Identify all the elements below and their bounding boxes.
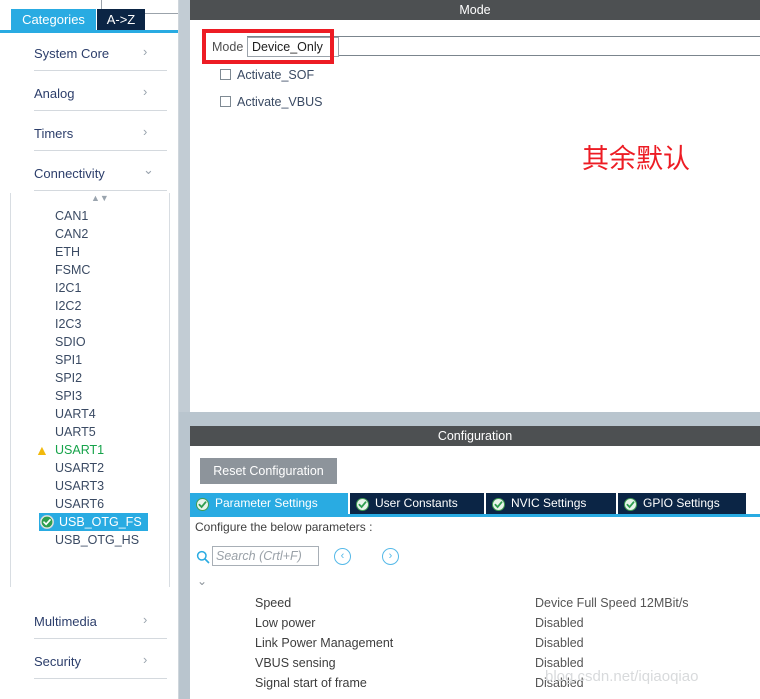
- vertical-splitter-upper[interactable]: [179, 0, 190, 412]
- checkbox-activate-vbus[interactable]: [220, 96, 231, 107]
- list-item[interactable]: SPI2: [55, 369, 82, 387]
- list-item[interactable]: UART4: [55, 405, 96, 423]
- mode-panel-header: Mode: [190, 0, 760, 20]
- peripheral-tree-panel: Categories A->Z System Core › Analog › T…: [0, 0, 179, 699]
- table-row[interactable]: Link Power Management Disabled: [190, 634, 760, 652]
- category-group-multimedia[interactable]: Multimedia ›: [12, 608, 167, 639]
- divider: [34, 638, 167, 639]
- category-group-timers[interactable]: Timers ›: [12, 120, 167, 151]
- green-check-icon: [40, 515, 54, 529]
- search-previous-button[interactable]: ‹: [334, 548, 351, 565]
- annotation-rectangle: [202, 29, 334, 64]
- chevron-right-icon: ›: [143, 124, 148, 139]
- configure-parameters-note: Configure the below parameters :: [195, 520, 373, 534]
- category-label: Analog: [34, 86, 75, 101]
- parameter-value[interactable]: Device Full Speed 12MBit/s: [535, 594, 689, 612]
- table-row[interactable]: Low power Disabled: [190, 614, 760, 632]
- divider: [34, 150, 167, 151]
- list-item[interactable]: I2C1: [55, 279, 81, 297]
- parameter-name: Speed: [255, 596, 292, 610]
- list-item[interactable]: CAN2: [55, 225, 88, 243]
- checkbox-activate-sof[interactable]: [220, 69, 231, 80]
- annotation-text: 其余默认: [582, 144, 690, 175]
- list-item[interactable]: USART6: [55, 495, 104, 513]
- list-item[interactable]: SPI3: [55, 387, 82, 405]
- green-check-icon: [196, 497, 209, 511]
- tab-label: GPIO Settings: [643, 496, 720, 510]
- category-label: System Core: [34, 46, 110, 61]
- tab-parameter-settings[interactable]: Parameter Settings: [190, 493, 348, 514]
- category-group-connectivity[interactable]: Connectivity ⌄: [12, 160, 167, 191]
- configuration-panel: Configuration Reset Configuration Parame…: [190, 426, 760, 699]
- parameter-name: Link Power Management: [255, 636, 394, 650]
- divider: [34, 70, 167, 71]
- parameter-name: Low power: [255, 616, 316, 630]
- list-item[interactable]: USART2: [55, 459, 104, 477]
- list-item-usart1[interactable]: ▲ USART1: [35, 441, 105, 459]
- category-group-analog[interactable]: Analog ›: [12, 80, 167, 111]
- list-item[interactable]: USART3: [55, 477, 104, 495]
- list-item-usb-otg-fs[interactable]: USB_OTG_FS: [39, 513, 148, 531]
- category-label: Security: [34, 654, 81, 669]
- list-item[interactable]: USB_OTG_HS: [55, 531, 139, 549]
- tab-categories[interactable]: Categories: [11, 9, 96, 30]
- list-item-label: USART1: [55, 443, 105, 457]
- tab-label: NVIC Settings: [511, 496, 587, 510]
- config-tabs-underline: [190, 514, 760, 517]
- tab-user-constants[interactable]: User Constants: [350, 493, 484, 514]
- checkbox-label: Activate_SOF: [237, 68, 315, 82]
- configuration-tabs: Parameter Settings User Constants NVIC S…: [190, 493, 760, 514]
- list-item[interactable]: I2C3: [55, 315, 81, 333]
- watermark: blog.csdn.net/iqiaoqiao: [545, 668, 699, 685]
- list-item[interactable]: SPI1: [55, 351, 82, 369]
- chevron-down-icon: ⌄: [143, 162, 154, 177]
- checkbox-label: Activate_VBUS: [237, 95, 323, 109]
- list-item[interactable]: FSMC: [55, 261, 90, 279]
- tab-a-to-z[interactable]: A->Z: [97, 9, 145, 30]
- list-item[interactable]: CAN1: [55, 207, 88, 225]
- category-label: Multimedia: [34, 614, 97, 629]
- search-next-button[interactable]: ›: [382, 548, 399, 565]
- list-item[interactable]: ETH: [55, 243, 80, 261]
- category-label: Timers: [34, 126, 74, 141]
- list-item-label: USB_OTG_FS: [59, 515, 142, 529]
- list-item[interactable]: SDIO: [55, 333, 86, 351]
- table-row[interactable]: Speed Device Full Speed 12MBit/s: [190, 594, 760, 612]
- divider: [34, 678, 167, 679]
- tab-label: Parameter Settings: [215, 496, 318, 510]
- warning-triangle-icon: ▲: [35, 442, 49, 458]
- parameter-value[interactable]: Disabled: [535, 634, 584, 652]
- chevron-right-icon: ›: [143, 612, 148, 627]
- tab-nvic-settings[interactable]: NVIC Settings: [486, 493, 616, 514]
- category-label: Connectivity: [34, 166, 105, 181]
- chevron-right-icon: ›: [143, 84, 148, 99]
- parameter-value[interactable]: Disabled: [535, 614, 584, 632]
- chevron-down-icon[interactable]: ⌄: [195, 574, 209, 588]
- reset-configuration-button[interactable]: Reset Configuration: [200, 458, 337, 484]
- category-group-system-core[interactable]: System Core ›: [12, 40, 167, 71]
- category-group-security[interactable]: Security ›: [12, 648, 167, 679]
- green-check-icon: [356, 497, 369, 511]
- divider: [34, 110, 167, 111]
- tree-tabs: Categories A->Z: [0, 9, 179, 30]
- scroll-up-icon[interactable]: ▲▼: [91, 193, 109, 203]
- horizontal-splitter[interactable]: [190, 412, 760, 426]
- list-item[interactable]: I2C2: [55, 297, 81, 315]
- list-item[interactable]: UART5: [55, 423, 96, 441]
- connectivity-peripheral-list: ▲▼ CAN1 CAN2 ETH FSMC I2C1 I2C2 I2C3 SDI…: [10, 193, 170, 587]
- parameter-name: Signal start of frame: [255, 676, 367, 690]
- green-check-icon: [624, 497, 637, 511]
- tab-label: User Constants: [375, 496, 458, 510]
- tabs-underline: [0, 30, 179, 33]
- parameter-name: VBUS sensing: [255, 656, 336, 670]
- search-icon: [196, 550, 210, 564]
- divider: [34, 190, 167, 191]
- green-check-icon: [492, 497, 505, 511]
- parameter-search-input[interactable]: [212, 546, 319, 566]
- chevron-right-icon: ›: [143, 44, 148, 59]
- configuration-panel-header: Configuration: [190, 426, 760, 446]
- tab-gpio-settings[interactable]: GPIO Settings: [618, 493, 746, 514]
- mode-panel: Mode Mode Device_Only Activate_SOF Activ…: [190, 0, 760, 412]
- chevron-right-icon: ›: [143, 652, 148, 667]
